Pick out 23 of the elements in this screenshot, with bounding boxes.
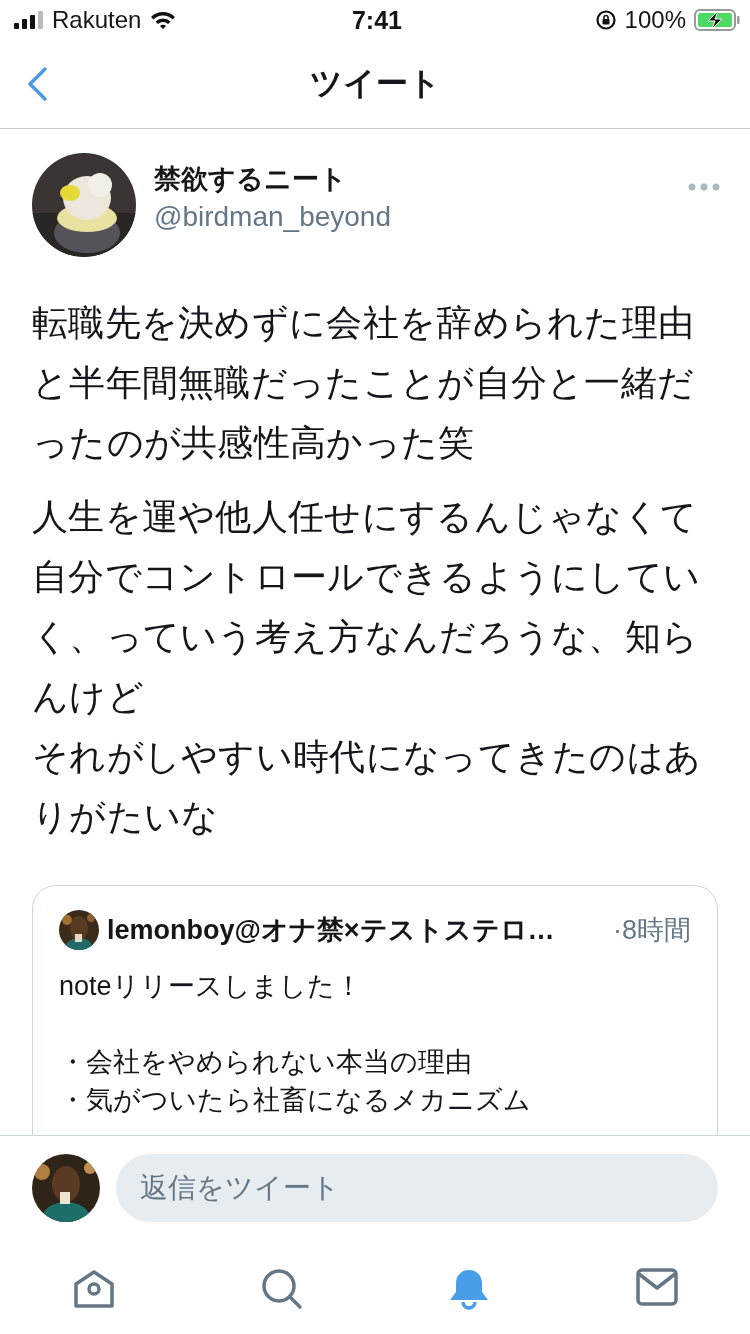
user-name[interactable]: 禁欲するニート [154,161,670,197]
user-handle[interactable]: @birdman_beyond [154,201,670,233]
reply-input-field[interactable]: 返信をツイート [116,1154,718,1222]
quoted-text: ・会社をやめられない本当の理由 [59,1046,473,1079]
quoted-user-name: lemonboy@オナ禁×テストステロ… [107,914,555,947]
tweet-text: それがしやすい時代になってきたのはありがたいな [32,735,702,839]
page-title: ツイート [309,64,441,103]
rotation-lock-icon [594,9,617,31]
tweet-text: 人生を運や他人任せにするんじゃなくて自分でコントロールできるようにしていく、っていう考え方なんだろうな、知らんけど [32,495,702,719]
back-chevron-icon [26,66,48,102]
quoted-time: ·8時間 [613,914,691,947]
clock-time: 7:41 [351,5,402,35]
quoted-text: noteリリースしました！ [59,970,363,1003]
home-icon [72,1268,117,1310]
search-icon [260,1268,303,1310]
battery-charging-icon [694,9,740,31]
battery-percent: 100% [624,6,686,34]
carrier-name: Rakuten [52,6,142,34]
signal-icon [14,11,44,29]
tweet-text: 転職先を決めずに会社を辞められた理由と半年間無職だったことが自分と一緒だったのが共感性高かった笑 [32,301,696,465]
mail-icon [635,1268,678,1306]
quoted-text: ・気がついたら社畜になるメカニズム [59,1084,532,1117]
wifi-icon [149,10,178,30]
